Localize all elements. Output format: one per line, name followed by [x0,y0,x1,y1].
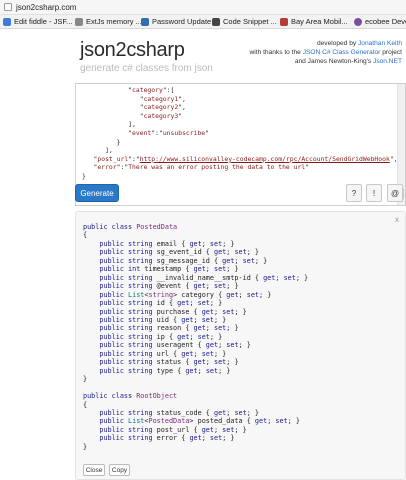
bookmark-edit-fiddle[interactable]: Edit fiddle - JSF... [3,17,72,26]
at-button[interactable]: @ [387,184,403,202]
page-content: json2csharp generate c# classes from jso… [0,29,406,480]
credits: developed by Jonathan Keith with thanks … [250,39,402,66]
bookmark-icon [75,17,83,26]
warning-button[interactable]: ! [366,184,382,202]
bookmark-icon [212,17,220,26]
bookmark-ecobee[interactable]: ecobee Devel [354,17,406,26]
json-net-link[interactable]: Json.NET [373,58,402,65]
copy-button[interactable]: Copy [109,464,130,476]
generate-button[interactable]: Generate [75,184,119,202]
class-generator-link[interactable]: JSON C# Class Generator [303,49,381,56]
bookmark-label: Code Snippet ... [223,17,277,26]
page-icon [4,3,12,11]
credits-text: project [380,49,402,56]
bookmark-icon [3,17,11,26]
page-subtitle: generate c# classes from json [80,63,213,74]
url-text[interactable]: json2csharp.com [16,3,76,12]
credits-text: developed by [316,40,358,47]
output-panel: x public class PostedData { public strin… [75,211,406,480]
address-bar[interactable]: json2csharp.com [0,0,406,15]
credits-text: with thanks to the [249,49,303,56]
author-link[interactable]: Jonathan Keith [358,40,402,47]
credits-text: and James Newton-King's [294,58,374,65]
bookmark-code-snippet[interactable]: Code Snippet ... [212,17,277,26]
close-button[interactable]: Close [83,464,105,476]
bookmark-password-update[interactable]: Password Update [141,17,211,26]
bookmark-icon [280,17,288,26]
bookmark-label: Password Update [152,17,212,26]
bookmark-label: Bay Area Mobil... [291,17,348,26]
json-text[interactable]: "category":[ "category1", "category2", "… [76,84,405,181]
page-title: json2csharp [80,39,185,61]
generated-code[interactable]: public class PostedData { public string … [83,223,308,451]
close-icon[interactable]: x [395,215,399,224]
bookmark-icon [141,17,149,26]
bookmarks-bar: Edit fiddle - JSF... ExtJs memory ... Pa… [0,15,406,29]
bookmark-label: ecobee Devel [365,17,406,26]
bookmark-extjs[interactable]: ExtJs memory ... [75,17,142,26]
bookmark-label: Edit fiddle - JSF... [14,17,73,26]
bookmark-icon [354,17,362,26]
bookmark-bay-area-mobile[interactable]: Bay Area Mobil... [280,17,348,26]
help-button[interactable]: ? [346,184,362,202]
bookmark-label: ExtJs memory ... [86,17,142,26]
